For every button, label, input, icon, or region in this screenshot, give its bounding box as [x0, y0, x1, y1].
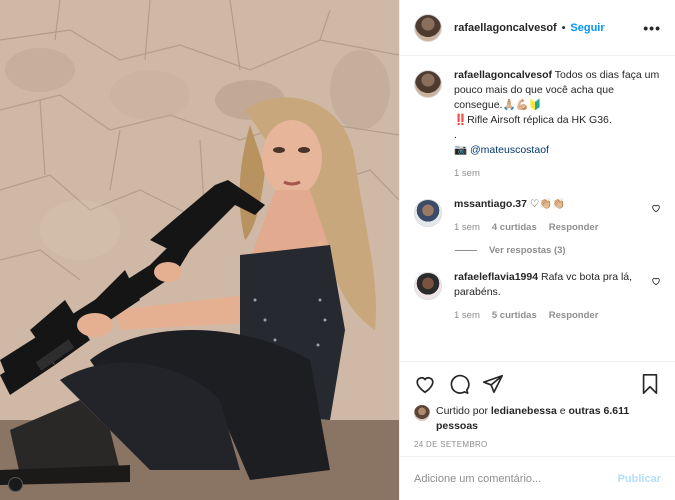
comment-likes[interactable]: 5 curtidas	[492, 308, 537, 323]
comment-input[interactable]: Adicione um comentário...	[414, 473, 618, 485]
view-replies[interactable]: Ver respostas (3)	[455, 245, 661, 256]
share-icon[interactable]	[482, 373, 504, 395]
caption-line2: ‼️Rifle Airsoft réplica da HK G36.	[454, 114, 612, 126]
comment-heart-icon[interactable]	[651, 276, 661, 286]
grid-icon[interactable]	[8, 477, 23, 492]
caption-username[interactable]: rafaellagoncalvesof	[454, 69, 552, 81]
caption: rafaellagoncalvesof Todos os dias faça u…	[414, 68, 661, 181]
post-actions: Curtido por ledianebessa e outras 6.611 …	[400, 361, 675, 449]
add-comment-bar: Adicione um comentário... Publicar	[400, 456, 675, 500]
post-date[interactable]: 24 DE SETEMBRO	[414, 440, 661, 449]
bookmark-icon[interactable]	[639, 373, 661, 395]
publish-button[interactable]: Publicar	[618, 473, 661, 485]
likes-prefix: Curtido por	[436, 405, 488, 417]
follow-button[interactable]: Seguir	[570, 22, 604, 34]
view-replies-label[interactable]: Ver respostas (3)	[489, 245, 566, 256]
author-avatar[interactable]	[414, 13, 442, 42]
comment-likes[interactable]: 4 curtidas	[492, 220, 537, 235]
comment-avatar[interactable]	[414, 272, 442, 300]
likes-summary: Curtido por ledianebessa e outras 6.611 …	[414, 404, 661, 434]
liker-username[interactable]: ledianebessa	[491, 405, 557, 417]
separator-dot: •	[561, 21, 566, 34]
author-username[interactable]: rafaellagoncalvesof	[454, 22, 557, 34]
caption-time[interactable]: 1 sem	[454, 166, 480, 181]
liker-avatar[interactable]	[414, 405, 430, 421]
comment-item: rafaeleflavia1994 Rafa vc bota pra lá, p…	[414, 270, 661, 323]
post-side-panel: rafaellagoncalvesof • Seguir ••• rafaell…	[399, 0, 675, 500]
reply-button[interactable]: Responder	[549, 220, 599, 235]
post-photo[interactable]	[0, 0, 399, 500]
likes-conj: e	[559, 405, 566, 417]
more-options-icon[interactable]: •••	[643, 20, 661, 36]
comment-heart-icon[interactable]	[651, 203, 661, 213]
comment-avatar[interactable]	[414, 199, 442, 227]
comment-time[interactable]: 1 sem	[454, 308, 480, 323]
replies-line	[455, 250, 477, 251]
reply-button[interactable]: Responder	[549, 308, 599, 323]
comment-item: mssantiago.37 ♡👏🏼👏🏼 1 sem 4 curtidas Res…	[414, 197, 661, 235]
comment-username[interactable]: mssantiago.37	[454, 198, 527, 210]
comment-username[interactable]: rafaeleflavia1994	[454, 271, 538, 283]
post-header: rafaellagoncalvesof • Seguir •••	[400, 0, 675, 56]
comments-list: rafaellagoncalvesof Todos os dias faça u…	[400, 56, 675, 360]
comment-icon[interactable]	[448, 373, 470, 395]
comment-time[interactable]: 1 sem	[454, 220, 480, 235]
caption-line3: .	[454, 129, 457, 141]
heart-icon[interactable]	[414, 373, 436, 395]
comment-text: ♡👏🏼👏🏼	[529, 198, 566, 210]
photo-illustration	[0, 0, 399, 500]
action-icons	[414, 370, 661, 398]
caption-mention[interactable]: @mateuscostaof	[470, 144, 549, 156]
caption-avatar[interactable]	[414, 70, 442, 98]
camera-emoji: 📷	[454, 144, 468, 156]
